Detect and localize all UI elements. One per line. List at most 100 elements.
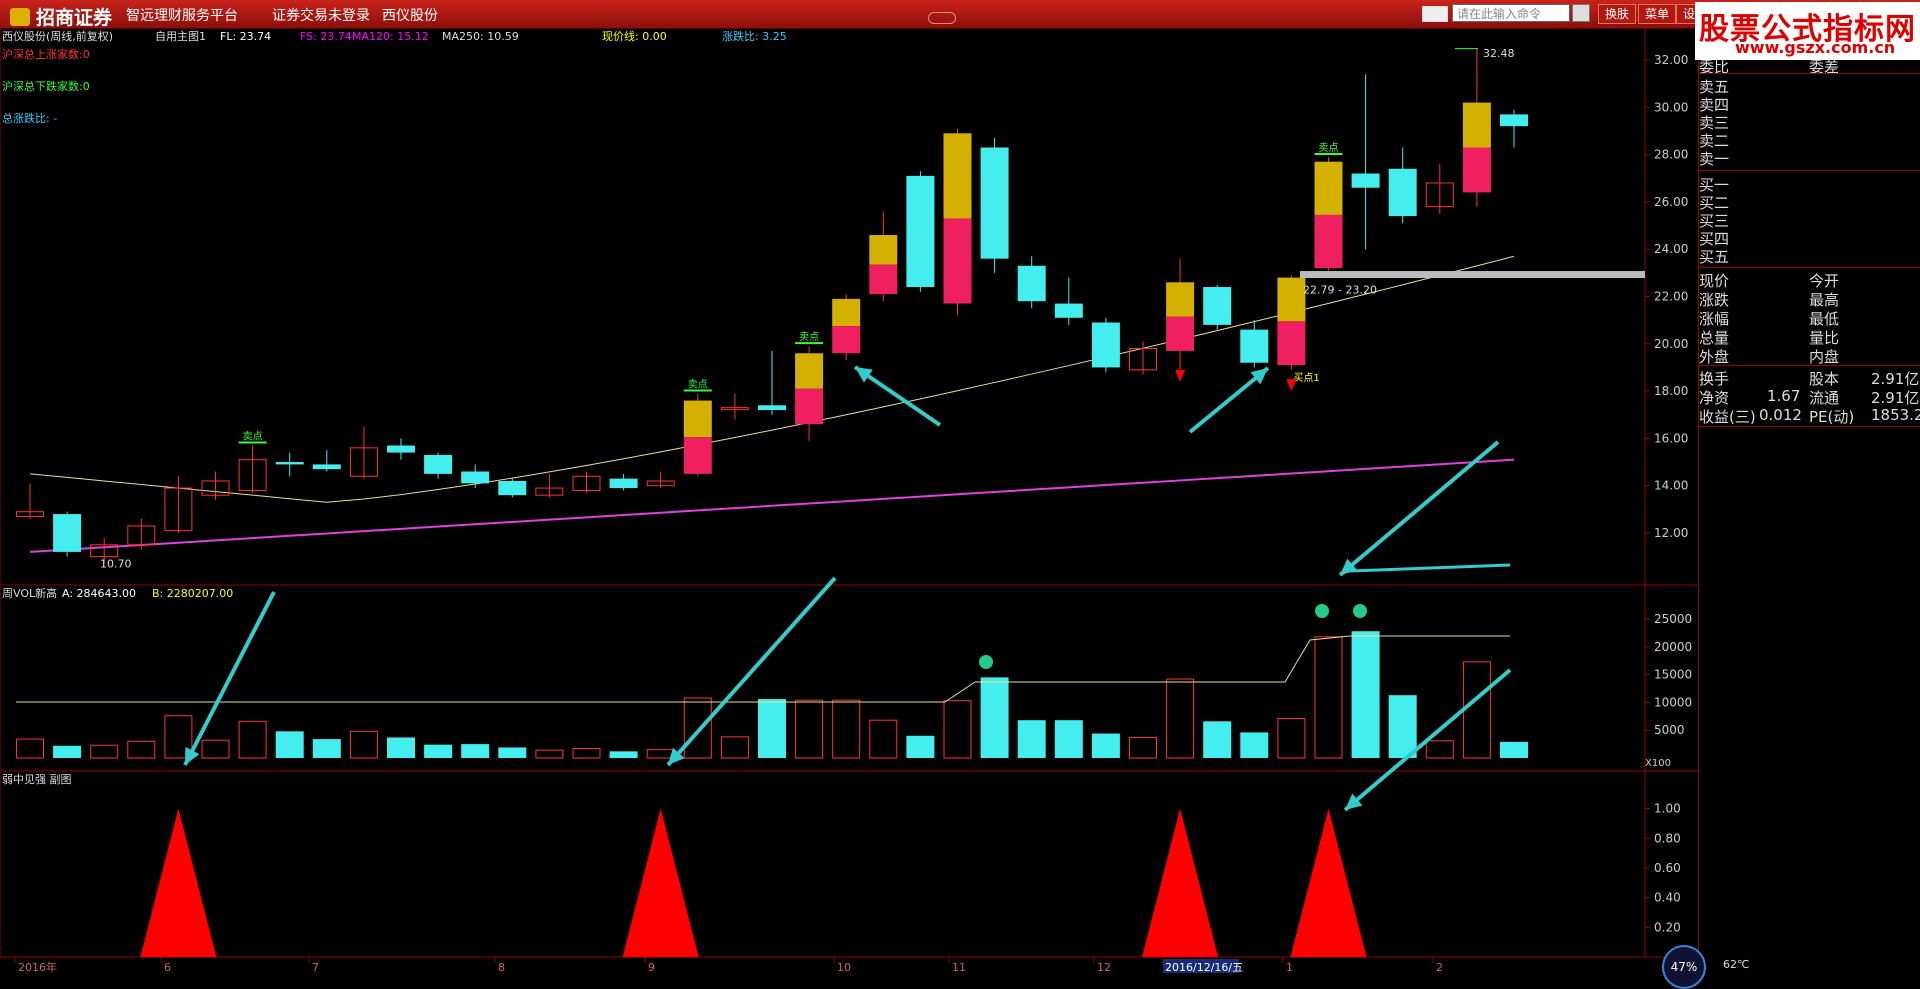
ask-1-label: 卖一 bbox=[1699, 150, 1730, 168]
vol-high-badge-icon bbox=[979, 655, 993, 669]
ask-2-label: 卖二 bbox=[1699, 132, 1730, 150]
vol-bar-up bbox=[795, 699, 824, 759]
bid-2-label: 买二 bbox=[1699, 194, 1730, 212]
price-tick-label: 12.00 bbox=[1654, 526, 1688, 540]
float-share-value: 2.91亿 bbox=[1871, 389, 1920, 407]
vol-bar-down bbox=[1351, 631, 1380, 758]
ma120-value: MA120: 15.12 bbox=[352, 30, 429, 43]
candle-body-bottom bbox=[869, 264, 898, 295]
vol-bar-down bbox=[424, 744, 453, 758]
price-tick-label: 22.00 bbox=[1654, 290, 1688, 304]
command-search-input[interactable]: 请在此输入命令 bbox=[1452, 4, 1570, 22]
candle-body-down bbox=[758, 405, 786, 411]
up-count-text: 沪深总上涨家数:0 bbox=[2, 47, 90, 61]
buy-arrow-icon bbox=[1175, 369, 1186, 382]
divider bbox=[1699, 73, 1920, 74]
vol-bar-down bbox=[758, 699, 786, 758]
max-price-label: 32.48 bbox=[1483, 47, 1515, 60]
date-label: 2016年 bbox=[18, 960, 57, 974]
pe-label: PE(动) bbox=[1809, 408, 1855, 426]
main-chart-header: 西仪股份(周线,前复权) bbox=[2, 29, 113, 43]
vol-bar-down bbox=[1203, 721, 1232, 758]
candle-body-down bbox=[1351, 173, 1380, 188]
divider bbox=[1699, 170, 1920, 171]
price-tick-label: 16.00 bbox=[1654, 431, 1688, 445]
login-status[interactable]: 证券交易未登录 bbox=[272, 5, 370, 25]
candle-body-down bbox=[1500, 114, 1528, 127]
candle-body-top bbox=[795, 353, 824, 389]
candle-body-top bbox=[1166, 282, 1195, 317]
candle-body-top bbox=[1462, 102, 1491, 148]
candle-body-down bbox=[1054, 303, 1083, 318]
net-asset-value: 1.67 bbox=[1767, 387, 1801, 405]
vol-bar-down bbox=[1091, 733, 1120, 758]
quote-label-high: 最高 bbox=[1809, 291, 1840, 309]
candle-body-bottom bbox=[683, 437, 712, 474]
fl-value: FL: 23.74 bbox=[220, 30, 271, 43]
candle-body-top bbox=[1314, 161, 1343, 215]
menu-button[interactable]: 菜单 bbox=[1638, 4, 1677, 24]
ask-5-label: 卖五 bbox=[1699, 78, 1730, 96]
annotation-arrowhead bbox=[855, 367, 873, 383]
vol-bar-up bbox=[1277, 718, 1306, 759]
vol-bar-down bbox=[980, 677, 1009, 758]
date-label: 7 bbox=[312, 961, 319, 974]
vol-bar-down bbox=[1500, 741, 1528, 758]
keyboard-icon[interactable] bbox=[1422, 6, 1448, 22]
candle-body-bottom bbox=[943, 218, 972, 304]
vol-bar-up bbox=[16, 738, 44, 759]
price-tick-label: 24.00 bbox=[1654, 242, 1688, 256]
vol-bar-down bbox=[1240, 732, 1269, 758]
vol-bar-down bbox=[53, 745, 82, 758]
vol-bar-up bbox=[535, 749, 564, 759]
vol-bar-up bbox=[1462, 661, 1491, 759]
sell-point-label: 卖点 bbox=[243, 430, 263, 442]
candle-body-down bbox=[275, 462, 304, 465]
ask-4-label: 卖四 bbox=[1699, 96, 1730, 114]
collapse-chevron-icon[interactable] bbox=[928, 12, 956, 24]
quote-label-vol-ratio: 量比 bbox=[1809, 329, 1840, 347]
candle-body-bottom bbox=[1277, 321, 1306, 366]
vol-bar-down bbox=[275, 731, 304, 758]
vol-bar-up bbox=[683, 697, 712, 759]
net-asset-label: 净资 bbox=[1699, 389, 1730, 407]
cur-line-value: 现价线: 0.00 bbox=[602, 29, 667, 43]
sub-header: 弱中见强 副图 bbox=[2, 773, 72, 786]
vol-bar-up bbox=[349, 730, 378, 759]
temperature-readout: 62℃ bbox=[1723, 958, 1750, 971]
candle-body-top bbox=[943, 133, 972, 219]
chart-area[interactable]: 西仪股份(周线,前复权) 自用主图1 FL: 23.74 FS: 23.74 M… bbox=[0, 28, 1698, 975]
min-price-label: 10.70 bbox=[100, 558, 132, 571]
search-icon[interactable] bbox=[1572, 4, 1590, 22]
vol-bar-down bbox=[387, 737, 415, 758]
down-count-text: 沪深总下跌家数:0 bbox=[2, 79, 90, 93]
trend-line bbox=[1349, 563, 1511, 573]
cpu-usage-meter: 47% bbox=[1662, 945, 1706, 989]
pe-value: 1853.2 bbox=[1871, 406, 1920, 424]
vol-bar-up bbox=[1314, 636, 1343, 759]
bid-5-label: 买五 bbox=[1699, 248, 1730, 266]
site-watermark: 股票公式指标网 www.gszx.com.cn bbox=[1695, 2, 1920, 60]
vol-high-badge-icon bbox=[1353, 604, 1367, 618]
vol-bar-up bbox=[832, 699, 861, 759]
vol-bar-up bbox=[127, 740, 156, 759]
sell-point-label: 卖点 bbox=[799, 331, 819, 343]
vol-tick-label: 15000 bbox=[1654, 668, 1692, 682]
kline-chart[interactable]: 西仪股份(周线,前复权) 自用主图1 FL: 23.74 FS: 23.74 M… bbox=[0, 28, 1698, 975]
candle-body-down bbox=[1091, 322, 1120, 368]
vol-bar-up bbox=[646, 749, 675, 759]
switch-skin-button[interactable]: 换肤 bbox=[1598, 4, 1637, 24]
quote-label-inner: 内盘 bbox=[1809, 348, 1840, 366]
vol-unit-label: X100 bbox=[1645, 758, 1671, 769]
bid-1-label: 买一 bbox=[1699, 176, 1730, 194]
share-capital-value: 2.91亿 bbox=[1871, 370, 1920, 388]
quote-panel: 委比 委差 卖五 卖四 卖三 卖二 卖一 买一 买二 买三 买四 买五 现价 涨… bbox=[1662, 58, 1920, 989]
platform-title: 智远理财服务平台 bbox=[126, 8, 238, 24]
candle-body-down bbox=[980, 147, 1009, 259]
main-index-name[interactable]: 自用主图1 bbox=[155, 30, 206, 43]
candle-body-down bbox=[312, 464, 341, 470]
date-label: 9 bbox=[648, 961, 655, 974]
date-label: 6 bbox=[164, 961, 171, 974]
price-tick-label: 32.00 bbox=[1654, 53, 1688, 67]
vol-bar-up bbox=[90, 744, 119, 759]
